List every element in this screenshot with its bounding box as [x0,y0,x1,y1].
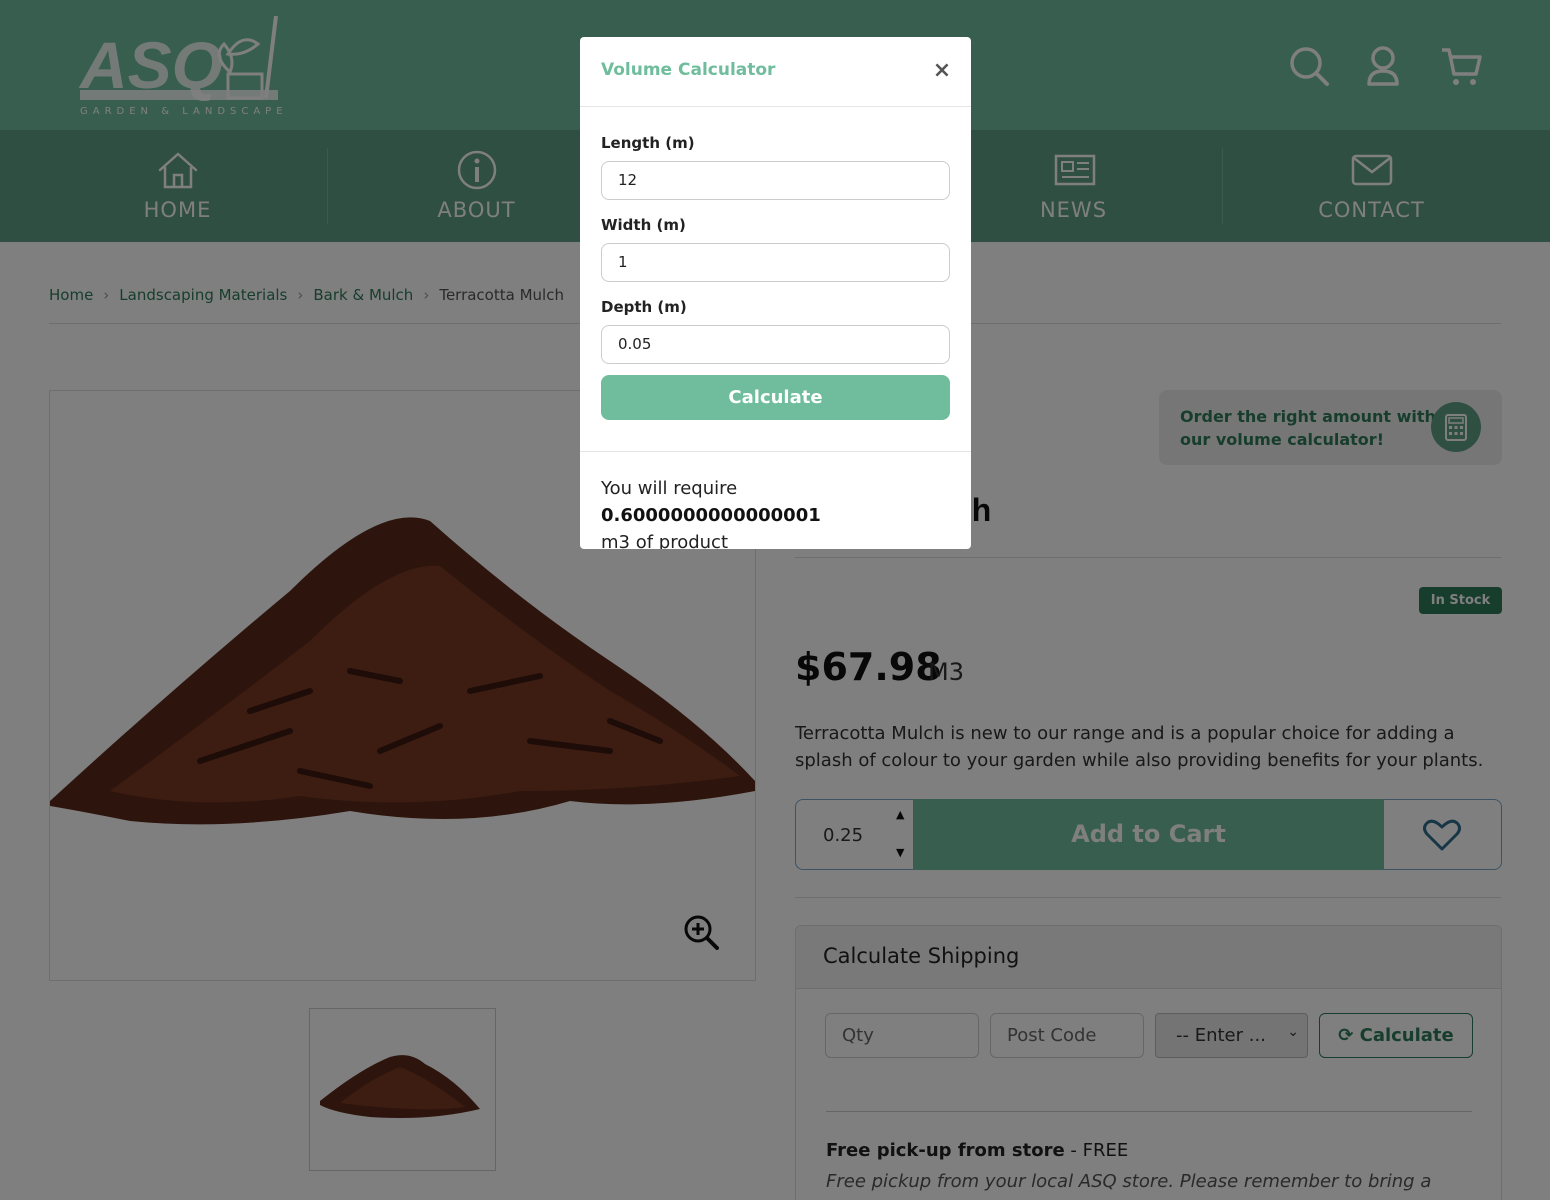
modal-header: Volume Calculator × [580,37,971,107]
width-label: Width (m) [601,216,686,234]
depth-input[interactable]: 0.05 [601,325,950,364]
length-input[interactable]: 12 [601,161,950,200]
depth-label: Depth (m) [601,298,687,316]
close-icon[interactable]: × [931,57,953,85]
width-input[interactable]: 1 [601,243,950,282]
calculation-result: You will require 0.6000000000000001 m3 of… [601,475,956,549]
length-label: Length (m) [601,134,695,152]
result-prefix: You will require [601,478,738,499]
calculate-button[interactable]: Calculate [601,375,950,420]
page: ASQ GARDEN & LANDSCAPE HOME [0,0,1550,1200]
result-suffix: m3 of product [601,532,729,549]
divider [580,451,971,452]
volume-calculator-modal: Volume Calculator × Length (m) 12 Width … [580,37,971,549]
result-value: 0.6000000000000001 [601,505,821,526]
modal-title: Volume Calculator [601,60,776,80]
